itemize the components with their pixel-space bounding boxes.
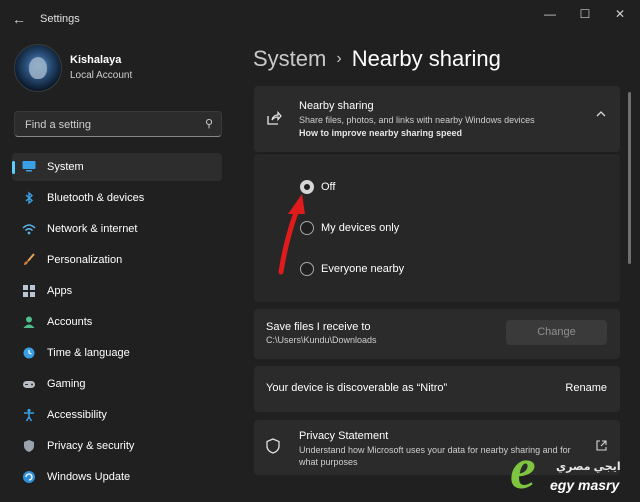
watermark-latin-text: egy masry: [550, 477, 620, 493]
annotation-arrow-icon: [278, 194, 305, 275]
watermark-e-mark: e: [510, 436, 536, 501]
watermark-logo: e ايجي مصري egy masry: [510, 440, 640, 502]
watermark-arabic-text: ايجي مصري: [556, 461, 621, 473]
